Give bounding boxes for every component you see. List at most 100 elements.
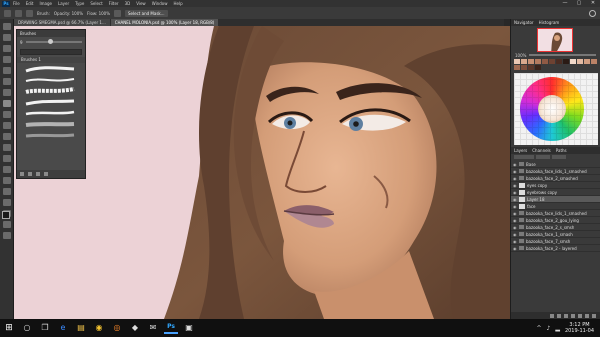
brush-stroke-preview[interactable]	[25, 76, 81, 85]
new-group-icon[interactable]	[578, 313, 582, 318]
color-swatch[interactable]	[521, 59, 527, 64]
tray-overflow-icon[interactable]: ^	[536, 325, 541, 332]
new-folder-icon[interactable]	[28, 172, 32, 176]
files-icon[interactable]: ▣	[182, 322, 196, 334]
store-icon[interactable]: ◆	[128, 322, 142, 334]
chrome-icon[interactable]: ◉	[92, 322, 106, 334]
color-swatch[interactable]	[514, 65, 520, 70]
fx-icon[interactable]	[557, 313, 561, 318]
new-layer-icon[interactable]	[585, 313, 589, 318]
blend-mode-select[interactable]	[514, 155, 534, 159]
gradient-tool-icon[interactable]	[2, 144, 11, 151]
brush-tool-icon[interactable]	[2, 100, 11, 107]
layer-group-row[interactable]: ◉ bazooka_face_lids_1_smashed	[511, 168, 600, 175]
crop-tool-icon[interactable]	[2, 67, 11, 74]
windows-logo-icon[interactable]: ⊞	[2, 322, 16, 334]
tab-navigator[interactable]: Navigator	[514, 20, 534, 25]
color-swatch[interactable]	[584, 59, 590, 64]
menu-help[interactable]: Help	[173, 0, 182, 7]
color-swatch[interactable]	[528, 59, 534, 64]
trash-icon[interactable]	[592, 313, 596, 318]
eraser-tool-icon[interactable]	[2, 133, 11, 140]
tab-paths[interactable]: Paths	[556, 148, 567, 153]
path-select-tool-icon[interactable]	[2, 199, 11, 206]
brush-preset-picker[interactable]	[15, 9, 22, 17]
brush-stroke-preview[interactable]	[25, 131, 81, 140]
color-swatch[interactable]	[521, 65, 527, 70]
type-tool-icon[interactable]	[2, 188, 11, 195]
layer-group-row[interactable]: ◉ bazooka_face_2 - layered	[511, 245, 600, 252]
maximize-button[interactable]: ▢	[572, 0, 586, 7]
clone-stamp-tool-icon[interactable]	[2, 111, 11, 118]
search-icon[interactable]: ○	[20, 322, 34, 334]
menu-file[interactable]: File	[13, 0, 20, 7]
color-swatch[interactable]	[528, 65, 534, 70]
navigator-zoom-value[interactable]: 100%	[515, 53, 526, 58]
color-wheel-panel[interactable]	[514, 73, 598, 145]
explorer-icon[interactable]: ▤	[74, 322, 88, 334]
tab-layers[interactable]: Layers	[514, 148, 527, 153]
layer-group-row[interactable]: ◉ bazooka_face_1_smash	[511, 231, 600, 238]
select-and-mask-button[interactable]: Select and Mask...	[125, 9, 168, 17]
color-swatch[interactable]	[514, 59, 520, 64]
flow-label[interactable]: Flow: 100%	[87, 11, 110, 16]
layer-group-row[interactable]: ◉ bazooka_face_2_smashed	[511, 175, 600, 182]
zoom-tool-icon[interactable]	[2, 232, 11, 239]
layer-row[interactable]: ◉ eyes copy	[511, 182, 600, 189]
healing-tool-icon[interactable]	[2, 89, 11, 96]
opacity-field[interactable]	[536, 155, 550, 159]
lasso-tool-icon[interactable]	[2, 45, 11, 52]
link-layers-icon[interactable]	[550, 313, 554, 318]
brush-stroke-preview[interactable]	[25, 120, 81, 129]
brush-search-input[interactable]	[20, 49, 82, 55]
firefox-icon[interactable]: ◎	[110, 322, 124, 334]
color-swatch[interactable]	[570, 59, 576, 64]
menu-image[interactable]: Image	[39, 0, 52, 7]
pen-tool-icon[interactable]	[2, 177, 11, 184]
color-swatch[interactable]	[535, 59, 541, 64]
menu-type[interactable]: Type	[75, 0, 84, 7]
menu-3d[interactable]: 3D	[125, 0, 131, 7]
network-icon[interactable]: ▂	[555, 325, 560, 332]
airbrush-icon[interactable]	[114, 9, 122, 17]
new-brush-icon[interactable]	[36, 172, 40, 176]
edge-icon[interactable]: e	[56, 322, 70, 334]
move-tool-icon[interactable]	[2, 23, 11, 30]
menu-select[interactable]: Select	[90, 0, 102, 7]
brush-folder[interactable]: Brushes 1	[17, 57, 85, 63]
taskbar-clock[interactable]: 3:12 PM 2019-11-04	[565, 322, 594, 334]
layer-row[interactable]: ◉ eyebrows copy	[511, 189, 600, 196]
mail-icon[interactable]: ✉	[146, 322, 160, 334]
history-brush-tool-icon[interactable]	[2, 122, 11, 129]
document-canvas[interactable]	[14, 26, 510, 319]
color-swatch[interactable]	[535, 65, 541, 70]
brush-size-slider[interactable]	[25, 39, 82, 44]
fill-field[interactable]	[552, 155, 566, 159]
color-swatch[interactable]	[542, 59, 548, 64]
minimize-button[interactable]: —	[558, 0, 572, 7]
layer-row[interactable]: ◉ face	[511, 203, 600, 210]
opacity-label[interactable]: Opacity: 100%	[54, 11, 83, 16]
brush-preview-toggle-icon[interactable]	[20, 172, 24, 176]
brush-tool-icon[interactable]	[4, 9, 11, 17]
marquee-tool-icon[interactable]	[2, 34, 11, 41]
brush-stroke-preview[interactable]	[25, 87, 81, 96]
layer-group-row[interactable]: ◉ Base	[511, 161, 600, 168]
task-view-icon[interactable]: ❐	[38, 322, 52, 334]
blur-tool-icon[interactable]	[2, 155, 11, 162]
dodge-tool-icon[interactable]	[2, 166, 11, 173]
color-swatch[interactable]	[563, 59, 569, 64]
menu-filter[interactable]: Filter	[109, 0, 119, 7]
foreground-color-swatch[interactable]	[2, 211, 10, 219]
navigator-zoom-slider[interactable]	[529, 54, 596, 56]
brush-size-slider-knob[interactable]	[48, 39, 54, 44]
color-swatch[interactable]	[591, 59, 597, 64]
tab-drawing-smegma[interactable]: DRAWING SMEGMA.psd @ 66.7% (Layer 1...	[14, 19, 110, 26]
mask-icon[interactable]	[564, 313, 568, 318]
photoshop-icon[interactable]: Ps	[164, 322, 178, 334]
layer-group-row[interactable]: ◉ bazooka_face_7_smsh	[511, 238, 600, 245]
tab-chanel-molonia[interactable]: CHANEL MOLONIA.psd @ 100% (Layer 18, RGB…	[110, 19, 219, 26]
menu-layer[interactable]: Layer	[58, 0, 69, 7]
menu-window[interactable]: Window	[152, 0, 168, 7]
color-swatch[interactable]	[549, 59, 555, 64]
